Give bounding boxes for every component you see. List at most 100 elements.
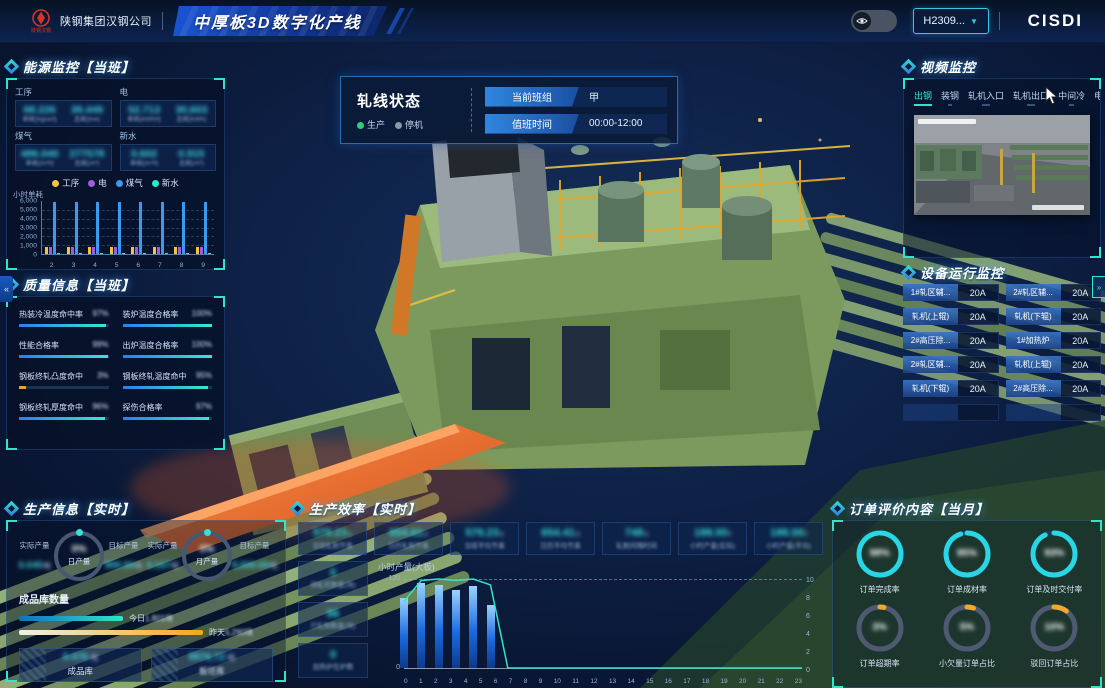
efficiency-stat-value: 188.00t	[757, 527, 820, 541]
bar-工序	[196, 247, 199, 254]
hour-tick: 11	[572, 678, 579, 685]
camera-feed[interactable]	[914, 115, 1090, 215]
order-ring: 3%	[853, 601, 907, 655]
equipment-name-pill[interactable]: 轧机(上辊)	[903, 308, 958, 325]
camera-tab-装钢[interactable]: 装钢	[941, 89, 959, 106]
order-rings-grid: 98%订单完成率95%订单成材率93%订单及时交付率3%订单超期率5%小欠量订单…	[833, 521, 1101, 669]
equipment-cell	[1006, 404, 1102, 421]
efficiency-stat-label: 日历轧制节奏	[377, 542, 440, 551]
camera-tab-中间冷[interactable]: 中间冷	[1058, 89, 1085, 106]
y-tick: 6,000	[20, 198, 37, 205]
efficiency-stat-label: 日历平均节奏	[529, 542, 592, 551]
equipment-name-pill[interactable]: 轧机(上辊)	[1006, 356, 1061, 373]
heat-number-select[interactable]: H2309... ▼	[913, 8, 989, 34]
equipment-name-pill[interactable]: 1#轧区辅...	[903, 284, 958, 301]
order-ring-cell: 98%订单完成率	[837, 527, 922, 595]
bar-工序	[67, 247, 70, 254]
equipment-name-pill[interactable]: 轧机(下辊)	[903, 380, 958, 397]
ring-label: 小欠量订单占比	[924, 658, 1009, 669]
quality-bar-fill	[19, 417, 105, 420]
efficiency-stats-row: 579.23s当班轧制节奏654.61s日历轧制节奏579.23s当班平均节奏6…	[292, 520, 828, 555]
ring-value: 5%	[940, 622, 994, 633]
equipment-current-value: 20A	[958, 308, 998, 325]
equipment-row: 2#高压除...20A1#加热炉20A	[903, 332, 1101, 349]
panel-diamond-icon	[6, 503, 17, 514]
right-axis-tick: 4	[806, 631, 824, 638]
legend-dot	[52, 180, 59, 187]
app-title-banner: 中厚板3D数字化产线	[173, 6, 387, 36]
ring-label: 订单及时交付率	[1012, 584, 1097, 595]
x-tick: 7	[158, 262, 162, 269]
camera-tab-轧机出口[interactable]: 轧机出口	[1013, 89, 1049, 106]
x-tick: 9	[201, 262, 205, 269]
bar-工序	[153, 247, 156, 254]
bar-工序	[110, 247, 113, 254]
order-ring-cell: 3%订单超期率	[837, 601, 922, 669]
panel-title: 质量信息【当班】	[23, 275, 135, 294]
collapse-left-tab[interactable]: «	[0, 276, 13, 302]
side-stat-value: 0	[301, 567, 365, 580]
day-output-ring: 0% 日产量	[54, 531, 104, 581]
header-divider	[999, 12, 1000, 30]
efficiency-stat-unit: t	[729, 531, 731, 538]
efficiency-stat-label: 当班轧制节奏	[301, 542, 364, 551]
equipment-cell: 2#轧区辅...20A	[1006, 284, 1102, 301]
left-axis-tick: 120	[378, 575, 400, 582]
camera-tab-轧机入口[interactable]: 轧机入口	[968, 89, 1004, 106]
equipment-name-pill[interactable]: 2#高压除...	[903, 332, 958, 349]
energy-metric-label: 总耗(m³)	[64, 160, 109, 168]
order-ring: 10%	[1027, 601, 1081, 655]
energy-metric: 0.602单耗(m³/t)	[121, 145, 168, 170]
bar-电	[178, 247, 181, 254]
quality-bar-fill	[19, 355, 108, 358]
efficiency-stat-value: 188.00t	[681, 527, 744, 541]
energy-metric-value: 39.449	[64, 104, 109, 116]
collapse-right-handle[interactable]: »	[1092, 276, 1105, 298]
hour-tick: 22	[776, 678, 783, 685]
quality-label: 装炉温度合格率	[123, 309, 179, 320]
energy-metric-value: 277578	[64, 148, 109, 160]
panel-title: 视频监控	[920, 57, 976, 76]
bar-电	[49, 247, 52, 254]
equipment-name-pill[interactable]: 2#轧区辅...	[1006, 284, 1061, 301]
camera-tab-出钢[interactable]: 出钢	[914, 89, 932, 106]
quality-bar-track	[19, 324, 109, 327]
energy-metric-value: 486.040	[17, 148, 62, 160]
quality-label: 钢板终轧厚度命中	[19, 402, 83, 413]
legend-item: 新水	[152, 177, 179, 189]
quality-label: 热装冷温度命中率	[19, 309, 83, 320]
efficiency-stat-label: 轧制间隔时间	[605, 542, 668, 551]
eye-icon	[853, 12, 871, 30]
energy-groups: 工序68.226单耗(kgce/t)39.449总耗(tce)电52.713单耗…	[7, 79, 224, 173]
hour-tick: 8	[524, 678, 528, 685]
bar-工序	[45, 247, 48, 254]
finished-stock-box: 0.476 吨 成品库	[19, 648, 142, 682]
gridline	[42, 219, 214, 220]
order-ring: 93%	[1027, 527, 1081, 581]
hour-tick: 12	[590, 678, 597, 685]
panel-diamond-icon	[903, 61, 914, 72]
gridline	[42, 245, 214, 246]
camera-tab-电加热[interactable]: 电加热	[1094, 89, 1100, 106]
quality-bar-fill	[123, 355, 213, 358]
panel-diamond-icon	[903, 267, 914, 278]
equipment-row: 1#轧区辅...20A2#轧区辅...20A	[903, 284, 1101, 301]
equipment-name-pill[interactable]: 轧机(下辊)	[1006, 308, 1061, 325]
order-evaluation-panel: 订单评价内容【当月】 98%订单完成率95%订单成材率93%订单及时交付率3%订…	[832, 498, 1102, 688]
energy-metric: 52.713单耗(kWh/t)	[121, 101, 168, 126]
visibility-toggle[interactable]	[851, 10, 897, 32]
equipment-name-pill[interactable]: 2#轧区辅...	[903, 356, 958, 373]
quality-bar-track	[123, 355, 213, 358]
equipment-name-pill[interactable]: 2#高压除...	[1006, 380, 1061, 397]
ring-label: 订单完成率	[837, 584, 922, 595]
quality-bar-fill	[123, 386, 208, 389]
cisdi-logo: CISDI	[1028, 11, 1083, 31]
energy-metric-value: 68.226	[17, 104, 62, 116]
equipment-name-pill[interactable]: 1#加热炉	[1006, 332, 1061, 349]
equipment-cell: 轧机(上辊)20A	[903, 308, 999, 325]
output-line-series	[404, 579, 802, 668]
x-tick: 4	[93, 262, 97, 269]
right-axis-tick: 2	[806, 649, 824, 656]
y-tick: 3,000	[20, 225, 37, 232]
panel-title: 设备运行监控	[920, 263, 1004, 282]
